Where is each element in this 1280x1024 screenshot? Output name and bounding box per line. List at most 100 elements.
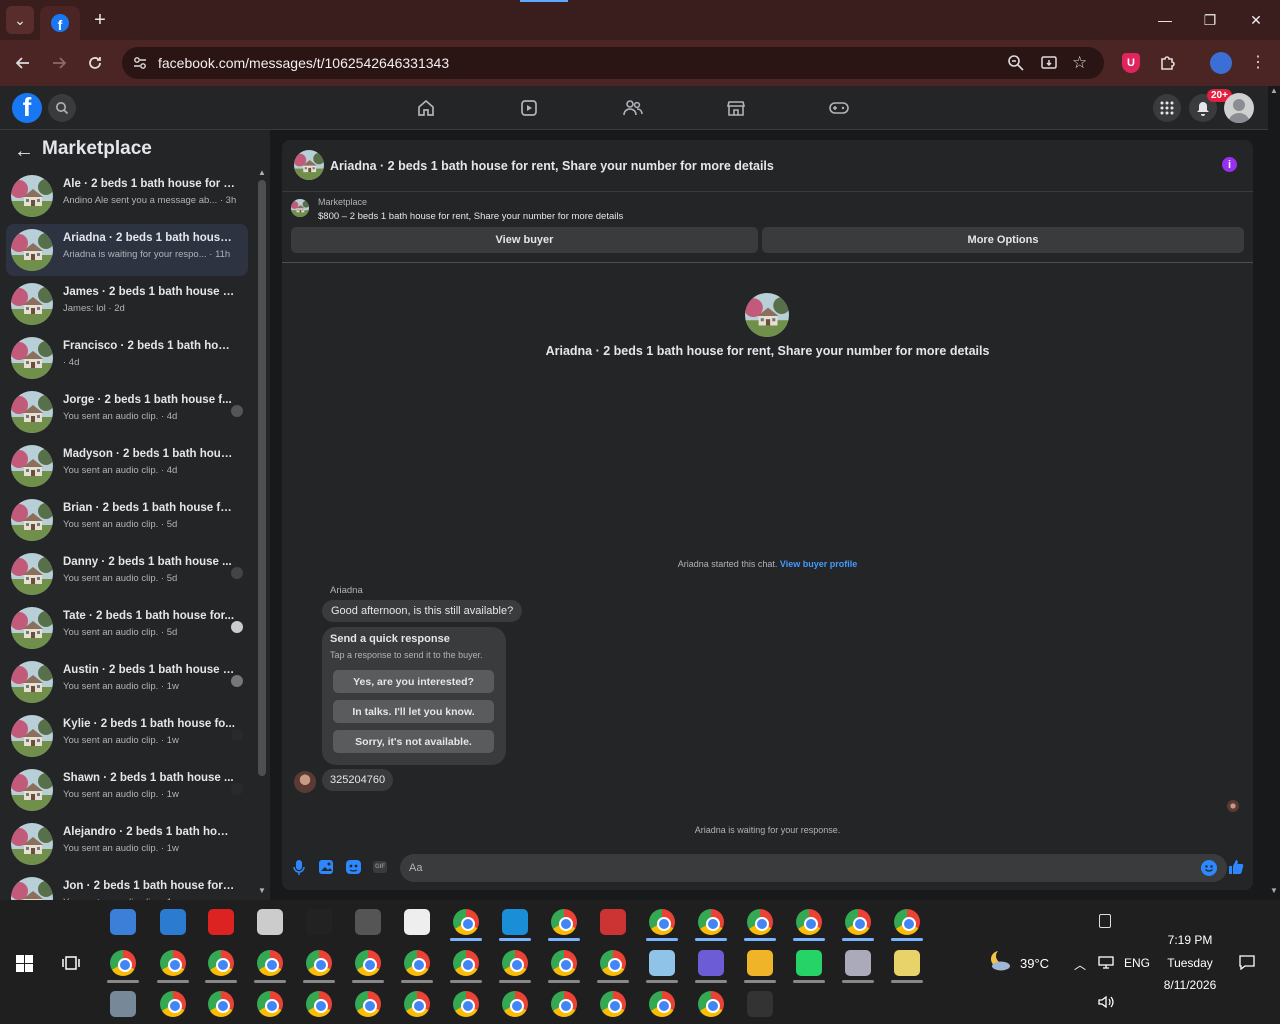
chrome-icon[interactable] bbox=[649, 991, 675, 1017]
zoom-icon[interactable] bbox=[1007, 54, 1025, 77]
quick-reply-not-available[interactable]: Sorry, it's not available. bbox=[333, 730, 494, 753]
new-tab-button[interactable]: + bbox=[86, 6, 114, 34]
conversation-item[interactable]: Francisco · 2 beds 1 bath house ... · 4d bbox=[6, 332, 248, 384]
tab-facebook[interactable]: f bbox=[40, 6, 80, 40]
clock-day[interactable]: Tuesday bbox=[1150, 956, 1230, 970]
chrome-icon[interactable] bbox=[306, 950, 332, 976]
chrome-icon[interactable] bbox=[453, 991, 479, 1017]
back-arrow-icon[interactable]: ← bbox=[14, 140, 34, 163]
conversation-item[interactable]: Ale · 2 beds 1 bath house for re... Andin… bbox=[6, 170, 248, 222]
conversation-item[interactable]: Danny · 2 beds 1 bath house ... You sent … bbox=[6, 548, 248, 600]
close-window-button[interactable]: ✕ bbox=[1236, 8, 1276, 32]
listing-thumb[interactable] bbox=[291, 199, 309, 217]
conversation-item[interactable]: Alejandro · 2 beds 1 bath house... You se… bbox=[6, 818, 248, 870]
chrome-icon[interactable] bbox=[257, 950, 283, 976]
browser-menu-icon[interactable]: ⋮ bbox=[1250, 52, 1266, 72]
remote-desktop-icon[interactable] bbox=[160, 909, 186, 935]
home-nav-icon[interactable] bbox=[414, 96, 438, 120]
sticker-icon[interactable] bbox=[345, 859, 361, 875]
chrome-icon[interactable] bbox=[502, 950, 528, 976]
chrome-icon[interactable] bbox=[208, 991, 234, 1017]
temperature[interactable]: 39°C bbox=[1020, 956, 1049, 971]
address-bar[interactable]: facebook.com/messages/t/1062542646331343… bbox=[122, 47, 1104, 79]
solitaire-icon[interactable] bbox=[404, 909, 430, 935]
conversation-item[interactable]: Ariadna · 2 beds 1 bath house f... Ariadn… bbox=[6, 224, 248, 276]
page-scrollbar[interactable]: ▲ ▼ bbox=[1268, 86, 1280, 900]
restore-button[interactable]: ❐ bbox=[1190, 8, 1230, 32]
chrome-icon[interactable] bbox=[453, 950, 479, 976]
chrome-icon[interactable] bbox=[208, 950, 234, 976]
quick-reply-in-talks[interactable]: In talks. I'll let you know. bbox=[333, 700, 494, 723]
conversation-item[interactable]: Austin · 2 beds 1 bath house f... You sen… bbox=[6, 656, 248, 708]
chrome-icon[interactable] bbox=[551, 950, 577, 976]
conversation-item[interactable]: Jorge · 2 beds 1 bath house f... You sent… bbox=[6, 386, 248, 438]
chrome-icon[interactable] bbox=[894, 909, 920, 935]
chrome-icon[interactable] bbox=[355, 950, 381, 976]
chrome-icon[interactable] bbox=[160, 991, 186, 1017]
emoji-icon[interactable] bbox=[1201, 860, 1217, 876]
chrome-icon[interactable] bbox=[404, 950, 430, 976]
notification-center-icon[interactable] bbox=[1239, 955, 1255, 975]
photos-icon[interactable] bbox=[845, 950, 871, 976]
snipping-tool-icon[interactable] bbox=[600, 909, 626, 935]
chrome-icon[interactable] bbox=[110, 950, 136, 976]
url-text[interactable]: facebook.com/messages/t/1062542646331343 bbox=[158, 55, 449, 71]
facebook-logo-icon[interactable]: f bbox=[12, 93, 42, 123]
editor-icon[interactable] bbox=[894, 950, 920, 976]
conversation-item[interactable]: Tate · 2 beds 1 bath house for... You sen… bbox=[6, 602, 248, 654]
chrome-icon[interactable] bbox=[306, 991, 332, 1017]
info-icon[interactable]: i bbox=[1222, 157, 1237, 172]
tray-chevron-up-icon[interactable]: ︿ bbox=[1074, 956, 1086, 973]
chrome-icon[interactable] bbox=[600, 991, 626, 1017]
profile-avatar-icon[interactable] bbox=[1210, 52, 1232, 74]
menu-grid-button[interactable] bbox=[1153, 94, 1181, 122]
video-nav-icon[interactable] bbox=[517, 96, 541, 120]
message-input[interactable]: Aa bbox=[400, 854, 1227, 882]
notes-app-icon[interactable] bbox=[649, 950, 675, 976]
chrome-icon[interactable] bbox=[453, 909, 479, 935]
thumbs-up-icon[interactable] bbox=[1228, 859, 1244, 875]
chrome-icon[interactable] bbox=[160, 950, 186, 976]
friends-nav-icon[interactable] bbox=[621, 96, 645, 120]
clock-date[interactable]: 8/11/2026 bbox=[1150, 978, 1230, 992]
chrome-icon[interactable] bbox=[698, 909, 724, 935]
view-buyer-profile-link[interactable]: View buyer profile bbox=[780, 559, 857, 569]
forward-arrow-icon[interactable] bbox=[46, 50, 72, 76]
bookmark-star-icon[interactable]: ☆ bbox=[1072, 53, 1087, 73]
gaming-nav-icon[interactable] bbox=[827, 96, 851, 120]
ublock-shield-icon[interactable]: U bbox=[1122, 53, 1140, 73]
site-info-icon[interactable] bbox=[132, 55, 148, 76]
view-buyer-button[interactable]: View buyer bbox=[291, 227, 758, 253]
notes-icon[interactable] bbox=[1099, 914, 1111, 928]
file-explorer-icon[interactable] bbox=[747, 950, 773, 976]
chrome-icon[interactable] bbox=[796, 909, 822, 935]
chrome-icon[interactable] bbox=[404, 991, 430, 1017]
clock-time[interactable]: 7:19 PM bbox=[1150, 933, 1230, 947]
conversation-item[interactable]: Jon · 2 beds 1 bath house for re...You s… bbox=[6, 872, 248, 900]
sidebar-scrollbar[interactable] bbox=[258, 180, 266, 776]
conversation-item[interactable]: Madyson · 2 beds 1 bath house ... You sen… bbox=[6, 440, 248, 492]
chrome-icon[interactable] bbox=[747, 909, 773, 935]
weather-moon-icon[interactable] bbox=[988, 949, 1012, 972]
scroll-down-icon[interactable]: ▼ bbox=[258, 886, 266, 895]
security-icon[interactable] bbox=[306, 909, 332, 935]
conversation-item[interactable]: Shawn · 2 beds 1 bath house ... You sent … bbox=[6, 764, 248, 816]
edge-icon[interactable] bbox=[502, 909, 528, 935]
microphone-icon[interactable] bbox=[291, 859, 307, 875]
opera-icon[interactable] bbox=[208, 909, 234, 935]
task-view-icon[interactable] bbox=[62, 955, 80, 976]
conversation-item[interactable]: Kylie · 2 beds 1 bath house fo... You sen… bbox=[6, 710, 248, 762]
chrome-icon[interactable] bbox=[551, 991, 577, 1017]
chrome-icon[interactable] bbox=[257, 991, 283, 1017]
gif-icon[interactable]: GIF bbox=[372, 859, 388, 875]
extensions-puzzle-icon[interactable] bbox=[1158, 52, 1178, 77]
chrome-icon[interactable] bbox=[845, 909, 871, 935]
volume-icon[interactable] bbox=[1098, 995, 1114, 1014]
minimize-button[interactable]: — bbox=[1145, 8, 1185, 32]
whatsapp-icon[interactable] bbox=[796, 950, 822, 976]
back-arrow-icon[interactable] bbox=[10, 50, 36, 76]
tab-search-chevron-icon[interactable]: ⌄ bbox=[6, 6, 34, 34]
chrome-icon[interactable] bbox=[649, 909, 675, 935]
chrome-icon[interactable] bbox=[355, 991, 381, 1017]
store-icon[interactable] bbox=[110, 909, 136, 935]
